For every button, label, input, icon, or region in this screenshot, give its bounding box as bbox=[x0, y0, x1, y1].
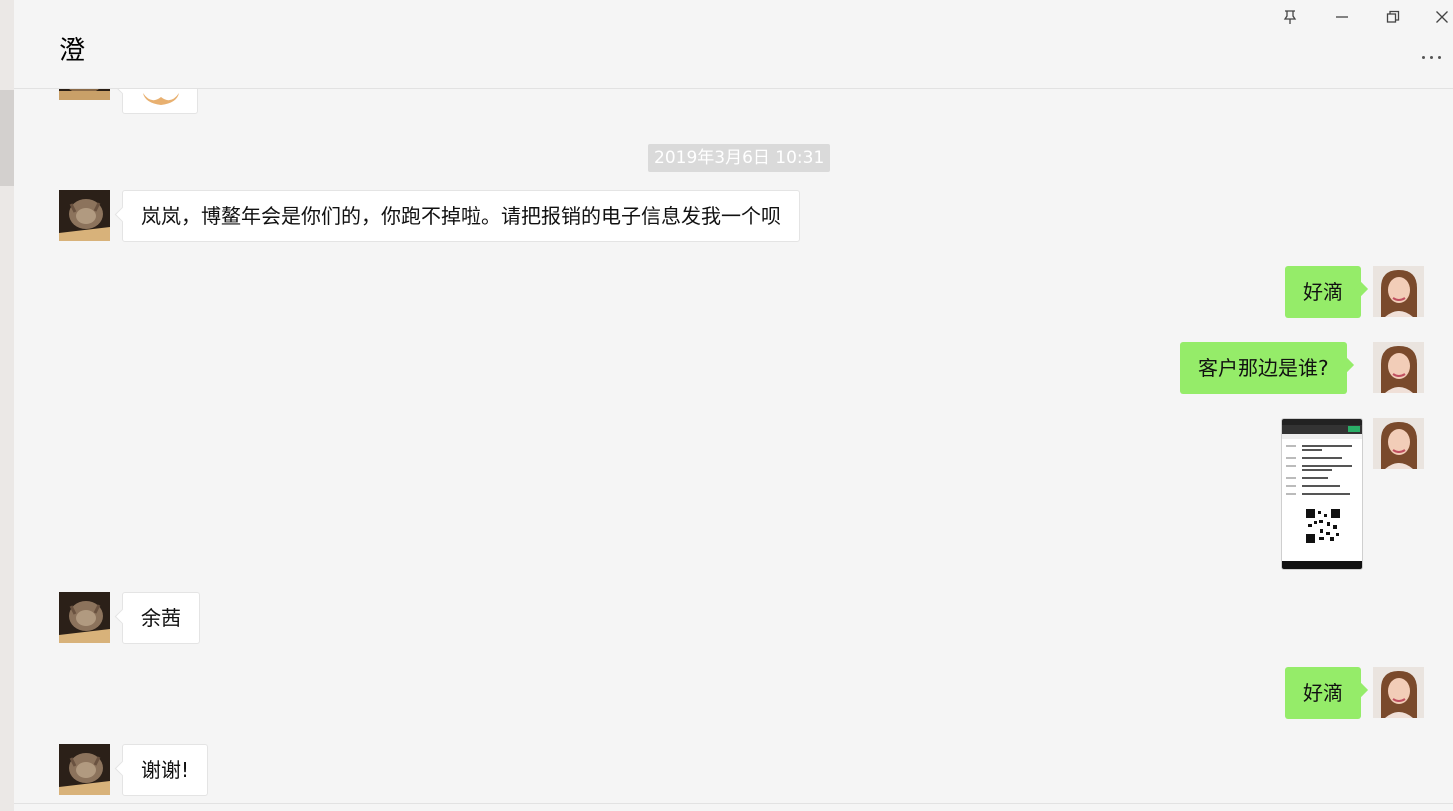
message-list[interactable]: 2019年3月6日 10:31 岚岚，博鳌年会是你们的，你跑不掉啦。请把报销的电… bbox=[14, 89, 1453, 811]
pin-icon[interactable] bbox=[1275, 4, 1305, 30]
input-divider bbox=[14, 803, 1453, 804]
message-bubble[interactable]: 客户那边是谁? bbox=[1180, 342, 1347, 394]
restore-icon[interactable] bbox=[1378, 4, 1408, 30]
my-avatar[interactable] bbox=[1373, 342, 1424, 393]
message-bubble[interactable]: 好滴 bbox=[1285, 667, 1361, 719]
contact-avatar[interactable] bbox=[59, 744, 110, 795]
chat-title: 澄 bbox=[59, 36, 86, 66]
contact-avatar[interactable] bbox=[59, 89, 110, 100]
image-message[interactable] bbox=[122, 89, 198, 114]
invoice-screenshot-image[interactable] bbox=[1281, 418, 1363, 570]
minimize-icon[interactable] bbox=[1327, 4, 1357, 30]
more-dots-icon[interactable] bbox=[1413, 46, 1449, 68]
message-bubble[interactable]: 余茜 bbox=[122, 592, 200, 644]
chat-header: 澄 bbox=[14, 0, 1453, 89]
message-bubble[interactable]: 好滴 bbox=[1285, 266, 1361, 318]
left-scrollbar[interactable] bbox=[0, 90, 14, 186]
message-bubble[interactable]: 岚岚，博鳌年会是你们的，你跑不掉啦。请把报销的电子信息发我一个呗 bbox=[122, 190, 800, 242]
my-avatar[interactable] bbox=[1373, 418, 1424, 469]
contact-avatar[interactable] bbox=[59, 592, 110, 643]
message-bubble[interactable]: 谢谢! bbox=[122, 744, 209, 796]
my-avatar[interactable] bbox=[1373, 667, 1424, 718]
close-icon[interactable] bbox=[1427, 4, 1453, 30]
timestamp: 2019年3月6日 10:31 bbox=[648, 144, 831, 172]
my-avatar[interactable] bbox=[1373, 266, 1424, 317]
contact-avatar[interactable] bbox=[59, 190, 110, 241]
